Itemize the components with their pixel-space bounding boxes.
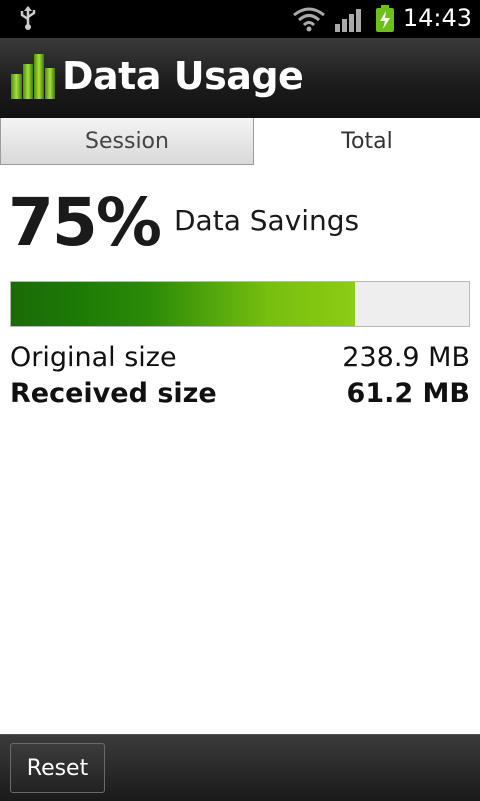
original-size-row: Original size 238.9 MB bbox=[10, 342, 470, 376]
received-size-label: Received size bbox=[10, 378, 217, 409]
bar-chart-app-icon bbox=[10, 54, 56, 104]
tab-divider bbox=[254, 164, 480, 165]
savings-progress-fill bbox=[11, 282, 355, 326]
reset-button[interactable]: Reset bbox=[10, 743, 105, 793]
status-clock: 14:43 bbox=[402, 4, 472, 32]
received-size-value: 61.2 MB bbox=[346, 378, 470, 409]
savings-percentage: 75% bbox=[8, 184, 162, 261]
savings-label: Data Savings bbox=[174, 204, 360, 237]
page-title: Data Usage bbox=[62, 54, 304, 98]
original-size-value: 238.9 MB bbox=[342, 342, 470, 373]
wifi-icon bbox=[292, 6, 326, 36]
bottom-action-bar: Reset bbox=[0, 734, 480, 801]
tab-total[interactable]: Total bbox=[254, 118, 480, 165]
battery-charging-icon bbox=[375, 5, 395, 37]
savings-progress-bar bbox=[10, 281, 470, 327]
status-bar: 14:43 bbox=[0, 0, 480, 38]
usb-icon bbox=[18, 5, 38, 35]
tab-session[interactable]: Session bbox=[0, 118, 254, 165]
signal-icon bbox=[334, 8, 362, 36]
original-size-label: Original size bbox=[10, 342, 177, 373]
received-size-row: Received size 61.2 MB bbox=[10, 378, 470, 412]
action-bar: Data Usage bbox=[0, 38, 480, 119]
tab-bar: Session Total bbox=[0, 118, 480, 166]
